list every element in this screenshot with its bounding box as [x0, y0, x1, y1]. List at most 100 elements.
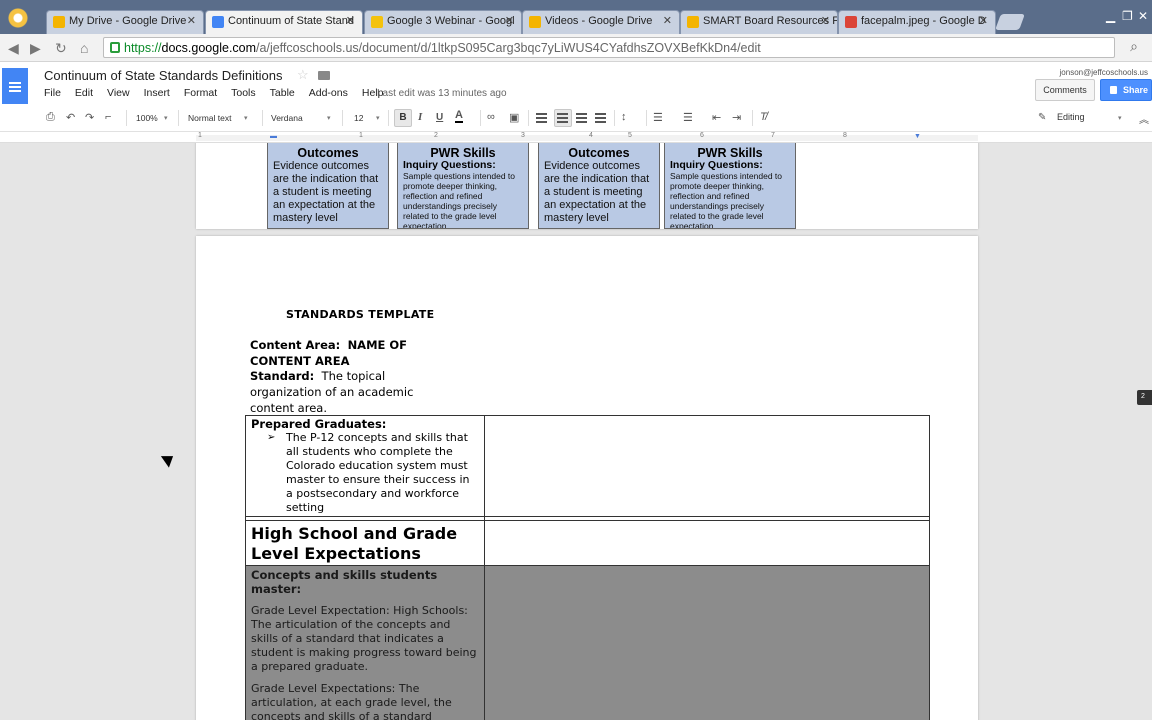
bold-button[interactable]: B — [394, 109, 412, 127]
table-cell[interactable]: High School and Grade Level Expectations — [245, 520, 485, 566]
table-row[interactable]: Prepared Graduates: The P-12 concepts an… — [245, 415, 930, 517]
chevron-down-icon: ▾ — [1118, 115, 1122, 122]
document-page-1[interactable]: Outcomes Evidence outcomes are the indic… — [196, 143, 978, 229]
zoom-select[interactable]: 100% — [136, 113, 158, 123]
table-row[interactable]: High School and Grade Level Expectations — [245, 520, 930, 566]
align-left-icon[interactable] — [536, 113, 547, 123]
menu-tools[interactable]: Tools — [231, 87, 256, 99]
gle-text: Grade Level Expectation: High Schools: T… — [251, 604, 477, 673]
indent-marker[interactable]: ▬ — [270, 133, 277, 140]
page-count-badge[interactable]: 2 — [1137, 390, 1152, 405]
table-cell[interactable]: PWR Skills Inquiry Questions: Sample que… — [397, 143, 529, 229]
clear-formatting-icon[interactable]: T̸ — [760, 111, 767, 123]
italic-button[interactable]: I — [418, 111, 422, 123]
forward-icon[interactable]: ▶ — [30, 40, 41, 57]
tab-smart-board[interactable]: SMART Board Resources F ✕ — [680, 10, 838, 34]
chevron-down-icon: ▾ — [327, 115, 331, 122]
increase-indent-icon[interactable]: ⇥ — [732, 111, 741, 124]
line-spacing-icon[interactable]: ↕ — [621, 111, 627, 123]
redo-icon[interactable]: ↷ — [85, 111, 94, 124]
font-select[interactable]: Verdana — [271, 113, 303, 123]
zoom-icon[interactable]: ⌕ — [1130, 38, 1138, 55]
tab-my-drive[interactable]: My Drive - Google Drive ✕ — [46, 10, 204, 34]
menu-table[interactable]: Table — [270, 87, 295, 99]
table-cell[interactable] — [484, 565, 930, 720]
menu-add-ons[interactable]: Add-ons — [309, 87, 348, 99]
document-page-2[interactable]: STANDARDS TEMPLATE Content Area: NAME OF… — [196, 236, 978, 720]
close-icon[interactable]: ✕ — [821, 14, 830, 27]
document-canvas[interactable]: Outcomes Evidence outcomes are the indic… — [0, 143, 1152, 720]
document-title[interactable]: Continuum of State Standards Definitions — [44, 68, 282, 83]
close-icon[interactable]: ✕ — [187, 14, 196, 27]
menu-format[interactable]: Format — [184, 87, 217, 99]
cell-body: Sample questions intended to promote dee… — [403, 171, 515, 229]
table-cell[interactable]: Prepared Graduates: The P-12 concepts an… — [245, 415, 485, 517]
comment-icon[interactable]: ▣ — [509, 111, 519, 124]
decrease-indent-icon[interactable]: ⇤ — [712, 111, 721, 124]
back-icon[interactable]: ◀ — [8, 40, 19, 57]
print-icon[interactable]: ⎙ — [46, 111, 55, 124]
menu-insert[interactable]: Insert — [144, 87, 170, 99]
restore-icon[interactable]: ❐ — [1122, 9, 1133, 23]
numbered-list-icon[interactable]: ☰ — [653, 111, 663, 124]
address-bar[interactable]: https://docs.google.com/a/jeffcoschools.… — [103, 37, 1115, 58]
mouse-cursor-icon — [162, 451, 176, 467]
bulleted-list-icon[interactable]: ☰ — [683, 111, 693, 124]
close-icon[interactable]: ✕ — [663, 14, 672, 27]
prepared-graduates-title: Prepared Graduates: — [251, 417, 387, 431]
tab-videos[interactable]: Videos - Google Drive ✕ — [522, 10, 680, 34]
share-button[interactable]: Share — [1100, 79, 1152, 101]
chrome-logo-icon[interactable] — [8, 8, 28, 28]
ruler-track — [196, 135, 978, 141]
table-cell[interactable] — [484, 520, 930, 566]
tab-webinar[interactable]: Google 3 Webinar - Googl ✕ — [364, 10, 522, 34]
tab-continuum[interactable]: Continuum of State Stand ✕ — [205, 10, 363, 35]
close-icon[interactable]: ✕ — [346, 14, 355, 27]
ruler[interactable]: 1 1 2 3 4 5 6 7 8 ▬ ▼ — [0, 132, 1152, 143]
star-icon[interactable]: ☆ — [297, 67, 309, 83]
url-text[interactable]: https://docs.google.com/a/jeffcoschools.… — [124, 41, 761, 55]
close-icon[interactable]: ✕ — [979, 14, 988, 27]
content-area-block[interactable]: Content Area: NAME OF CONTENT AREA Stand… — [250, 338, 450, 417]
menu-file[interactable]: File — [44, 87, 61, 99]
tab-label: facepalm.jpeg - Google D — [861, 15, 986, 27]
tab-label: Google 3 Webinar - Googl — [387, 15, 515, 27]
last-edit-status[interactable]: Last edit was 13 minutes ago — [377, 88, 507, 99]
docs-home-icon[interactable] — [2, 68, 28, 104]
editing-mode-select[interactable]: Editing — [1057, 112, 1085, 122]
link-icon[interactable]: ∞ — [487, 111, 495, 123]
close-window-icon[interactable]: ✕ — [1138, 9, 1148, 23]
table-cell[interactable]: PWR Skills Inquiry Questions: Sample que… — [664, 143, 796, 229]
table-cell[interactable]: Outcomes Evidence outcomes are the indic… — [538, 143, 660, 229]
table-row[interactable]: Concepts and skills students master: Gra… — [245, 565, 930, 720]
paint-format-icon[interactable]: ⌐ — [105, 111, 111, 123]
user-email[interactable]: jonson@jeffcoschools.us — [1060, 68, 1148, 77]
menu-view[interactable]: View — [107, 87, 130, 99]
folder-icon[interactable] — [318, 71, 330, 80]
minimize-icon[interactable]: ▁ — [1106, 9, 1115, 23]
align-right-icon[interactable] — [576, 113, 587, 123]
table-cell[interactable]: Outcomes Evidence outcomes are the indic… — [267, 143, 389, 229]
home-icon[interactable]: ⌂ — [80, 40, 88, 56]
text-color-button[interactable]: A — [455, 110, 463, 123]
comments-button[interactable]: Comments — [1035, 79, 1095, 101]
close-icon[interactable]: ✕ — [505, 14, 514, 27]
template-title[interactable]: STANDARDS TEMPLATE — [286, 308, 434, 321]
pencil-icon: ✎ — [1038, 112, 1047, 123]
new-tab-button[interactable] — [995, 14, 1025, 30]
standards-table[interactable]: Prepared Graduates: The P-12 concepts an… — [245, 415, 930, 720]
url-scheme: https:// — [124, 41, 162, 55]
style-select[interactable]: Normal text — [188, 113, 231, 123]
reload-icon[interactable]: ↻ — [55, 40, 67, 57]
table-cell[interactable]: Concepts and skills students master: Gra… — [245, 565, 485, 720]
menu-edit[interactable]: Edit — [75, 87, 93, 99]
collapse-icon[interactable]: ︽ — [1139, 111, 1149, 126]
table-cell[interactable] — [484, 415, 930, 517]
justify-icon[interactable] — [595, 113, 606, 123]
underline-button[interactable]: U — [436, 112, 443, 123]
font-size-select[interactable]: 12 — [354, 113, 363, 123]
tab-facepalm[interactable]: facepalm.jpeg - Google D ✕ — [838, 10, 996, 34]
right-indent-marker[interactable]: ▼ — [914, 133, 921, 140]
tab-label: Continuum of State Stand — [228, 15, 354, 27]
undo-icon[interactable]: ↶ — [66, 111, 75, 124]
